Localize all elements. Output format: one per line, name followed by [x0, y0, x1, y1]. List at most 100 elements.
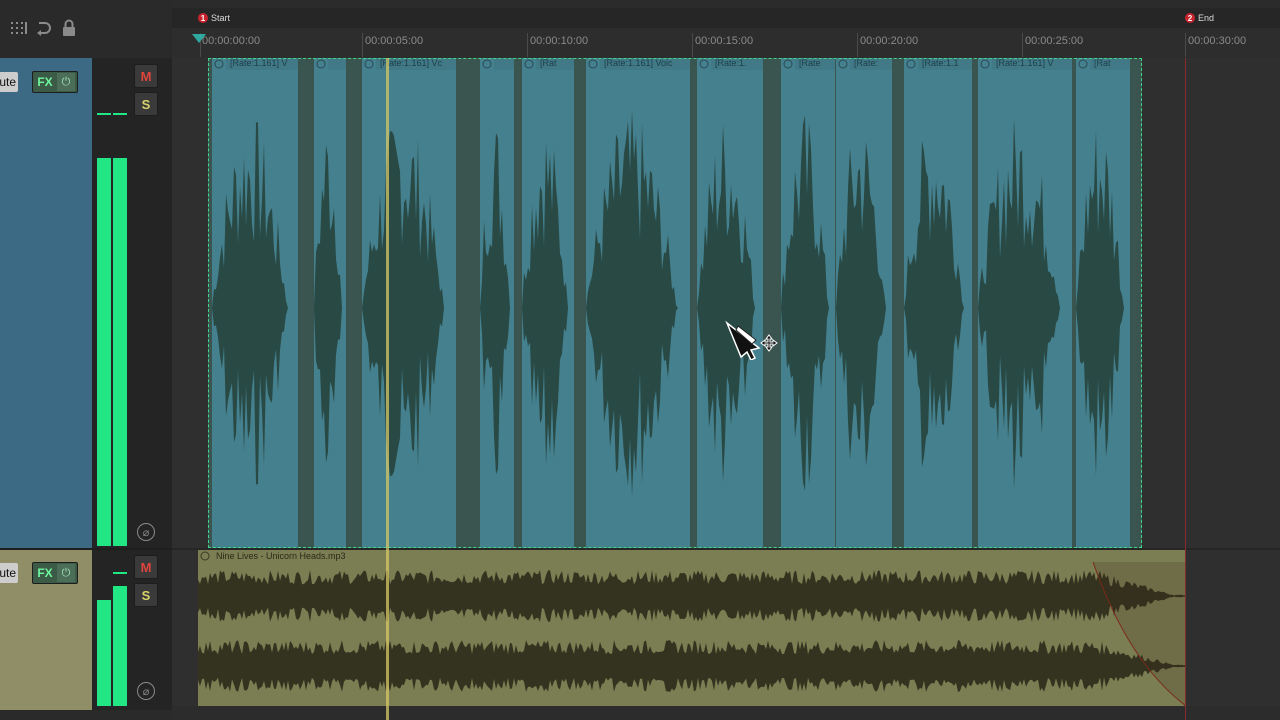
marker-end-icon: 2	[1185, 13, 1195, 23]
track-1-mute-toggle[interactable]: ute	[0, 72, 18, 92]
voice-waveform	[586, 109, 690, 497]
move-cursor-icon	[760, 334, 778, 352]
item-fx-icon[interactable]	[364, 59, 376, 69]
marker-end[interactable]: 2 End	[1185, 13, 1214, 23]
track-2-mute-toggle[interactable]: ute	[0, 563, 18, 583]
media-item-voice[interactable]	[314, 58, 346, 548]
item-label	[328, 58, 346, 70]
grid-icon[interactable]	[10, 20, 28, 36]
item-fx-icon[interactable]	[838, 59, 850, 69]
track-2-peak-hold	[113, 572, 127, 574]
track-divider	[0, 548, 172, 550]
phase-invert-icon[interactable]: ⌀	[137, 523, 155, 541]
media-item-voice[interactable]: [Rate:1.	[697, 58, 763, 548]
item-label: [Rate:1.1	[918, 58, 972, 70]
item-fx-icon[interactable]	[482, 59, 494, 69]
voice-waveform	[904, 140, 972, 468]
project-end-line	[1185, 58, 1186, 720]
loop-icon[interactable]	[35, 20, 51, 36]
voice-waveform	[781, 115, 835, 491]
play-cursor-marker-icon	[192, 34, 206, 43]
item-label: [Rate:1.161] V	[992, 58, 1072, 70]
item-label	[494, 58, 514, 70]
voice-waveform	[1076, 130, 1130, 477]
edit-cursor	[386, 58, 389, 720]
fx-label: FX	[37, 566, 53, 580]
track-2-panel[interactable]: ute FX ⏻	[0, 550, 92, 710]
marker-start-icon: 1	[198, 13, 208, 23]
item-fx-icon[interactable]	[906, 59, 918, 69]
voice-waveform	[362, 131, 456, 476]
track-2-fx-button[interactable]: FX ⏻	[32, 562, 78, 584]
music-waveform	[198, 562, 1186, 706]
media-item-voice[interactable]: [Rate:1.161] V	[978, 58, 1072, 548]
ruler-label: 00:00:00:00	[202, 35, 261, 47]
ruler-label: 00:00:15:00	[695, 35, 754, 47]
track-1-peak-hold-right	[113, 113, 127, 115]
item-fx-icon[interactable]	[699, 59, 711, 69]
track-1-solo-button[interactable]: S	[134, 92, 158, 116]
media-item-music[interactable]: Nine Lives - Unicorn Heads.mp3	[198, 550, 1186, 706]
item-lock-icon	[200, 551, 210, 561]
item-label: [Rate:1.	[711, 58, 763, 70]
track-footer	[0, 710, 172, 720]
voice-waveform	[314, 144, 346, 463]
track-2-solo-button[interactable]: S	[134, 583, 158, 607]
track-1-meter-panel: M S ⌀	[92, 58, 172, 548]
lock-icon[interactable]	[61, 19, 77, 37]
empty-lane	[172, 706, 1280, 720]
track-2-meter-panel: M S ⌀	[92, 550, 172, 710]
item-fx-icon[interactable]	[783, 59, 795, 69]
voice-waveform	[212, 122, 298, 485]
media-item-voice[interactable]: [Rate:1.1	[904, 58, 972, 548]
ruler-label: 00:00:05:00	[365, 35, 424, 47]
track-1-mute-button[interactable]: M	[134, 64, 158, 88]
media-item-voice[interactable]: [Rat	[522, 58, 574, 548]
track-1-peak-hold-left	[97, 113, 111, 115]
item-fx-icon[interactable]	[316, 59, 328, 69]
item-fx-icon[interactable]	[980, 59, 992, 69]
item-fx-icon[interactable]	[1078, 59, 1090, 69]
media-item-voice[interactable]: [Rate	[781, 58, 835, 548]
ruler-label: 00:00:30:00	[1188, 35, 1247, 47]
item-label: [Rate:	[850, 58, 892, 70]
marker-end-label: End	[1198, 13, 1215, 23]
track-1-meter-left	[97, 158, 111, 546]
track-2-meter-left	[97, 600, 111, 706]
item-label: [Rate:1.161] Voic	[600, 58, 690, 70]
track-1-meter-right	[113, 158, 127, 546]
media-item-voice[interactable]: [Rate:1.161] Voic	[586, 58, 690, 548]
media-item-voice[interactable]: [Rate:1.161] Vc	[362, 58, 456, 548]
media-item-voice[interactable]	[480, 58, 514, 548]
marker-start[interactable]: 1 Start	[198, 13, 230, 23]
media-item-voice[interactable]: [Rat	[1076, 58, 1130, 548]
item-fx-icon[interactable]	[588, 59, 600, 69]
track-2-meter-right	[113, 586, 127, 706]
item-fx-icon[interactable]	[524, 59, 536, 69]
toolbar	[0, 0, 172, 58]
item-label: [Rat	[536, 58, 574, 70]
media-item-voice[interactable]: [Rate:	[836, 58, 892, 548]
phase-invert-icon[interactable]: ⌀	[137, 682, 155, 700]
track-1-panel[interactable]: ute FX ⏻	[0, 58, 92, 548]
track-1-fx-button[interactable]: FX ⏻	[32, 71, 78, 93]
ruler-label: 00:00:10:00	[530, 35, 589, 47]
timeline-ruler[interactable]: 00:00:00:00 00:00:05:00 00:00:10:00 00:0…	[172, 28, 1280, 59]
voice-waveform	[522, 142, 574, 465]
voice-waveform	[836, 141, 892, 467]
voice-waveform	[480, 132, 514, 475]
arrange-view[interactable]: [Rate:1.161] V [Rate:1.161] Vc [Rat [Rate:1…	[172, 58, 1280, 720]
voice-waveform	[978, 117, 1072, 489]
media-item-voice[interactable]: [Rate:1.161] V	[212, 58, 298, 548]
fx-power-icon[interactable]: ⏻	[57, 564, 75, 582]
track-2-mute-button[interactable]: M	[134, 555, 158, 579]
item-label: [Rate:1.161] V	[226, 58, 298, 70]
ruler-label: 00:00:20:00	[860, 35, 919, 47]
item-label: [Rate	[795, 58, 835, 70]
item-fx-icon[interactable]	[214, 59, 226, 69]
fx-power-icon[interactable]: ⏻	[57, 73, 75, 91]
marker-bar[interactable]: 1 Start 2 End	[172, 8, 1280, 28]
ruler-label: 00:00:25:00	[1025, 35, 1084, 47]
fx-label: FX	[37, 75, 53, 89]
item-label: [Rat	[1090, 58, 1130, 70]
